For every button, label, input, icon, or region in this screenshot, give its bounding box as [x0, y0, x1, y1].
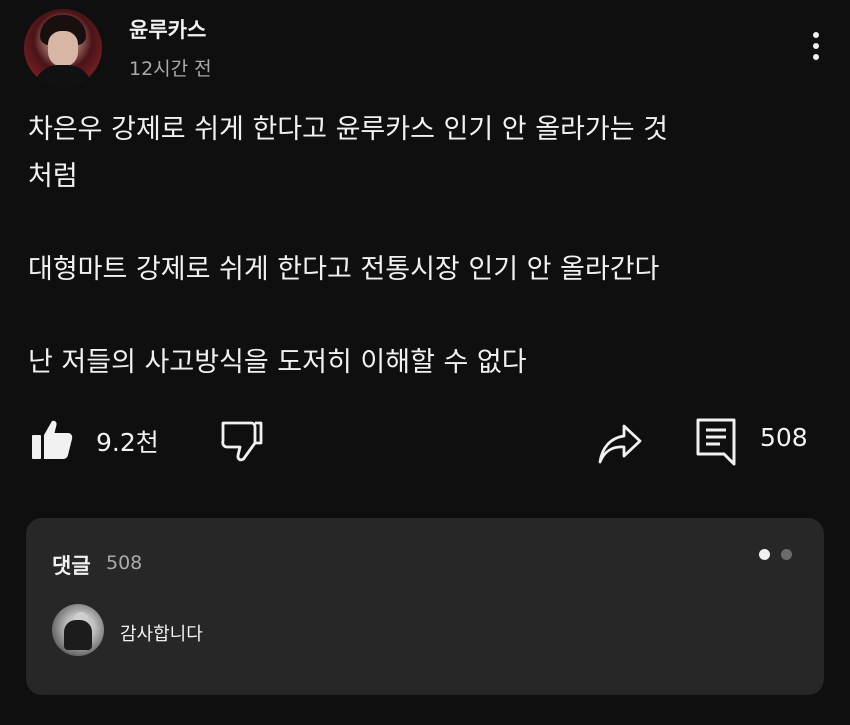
share-button[interactable] [596, 420, 644, 468]
comments-pager [759, 549, 799, 563]
post-timestamp: 12시간 전 [129, 58, 212, 80]
share-arrow-icon [598, 424, 642, 464]
comments-button[interactable] [694, 416, 738, 466]
post-body: 차은우 강제로 쉬게 한다고 윤루카스 인기 안 올라가는 것 처럼 대형마트 … [28, 106, 828, 386]
avatar-shirt [34, 65, 92, 87]
comment-icon [696, 418, 736, 466]
pager-dot-icon [781, 549, 792, 560]
more-dot-icon [813, 54, 819, 60]
post-text-line: 대형마트 강제로 쉬게 한다고 전통시장 인기 안 올라간다 [28, 254, 660, 285]
more-options-button[interactable] [805, 28, 827, 72]
post-text-line: 처럼 [28, 161, 78, 192]
thumbs-up-icon [32, 420, 73, 459]
commenter-avatar [52, 604, 104, 656]
more-dot-icon [813, 32, 819, 38]
comment-preview-text: 감사합니다 [120, 624, 203, 645]
like-count: 9.2천 [96, 428, 159, 457]
avatar-figure [64, 620, 92, 650]
pager-dot-active-icon [759, 549, 770, 560]
post-header: 윤루카스 12시간 전 [0, 0, 850, 100]
post-text-line: 난 저들의 사고방식을 도저히 이해할 수 없다 [28, 347, 527, 378]
thumbs-down-icon [221, 421, 263, 462]
like-button[interactable] [30, 417, 74, 461]
comments-count: 508 [106, 552, 143, 574]
channel-avatar[interactable] [24, 9, 102, 87]
comments-title: 댓글 [52, 554, 91, 578]
channel-name[interactable]: 윤루카스 [129, 14, 206, 44]
dislike-button[interactable] [218, 419, 264, 465]
comment-count: 508 [760, 423, 808, 452]
avatar-face [48, 31, 78, 67]
post-text-line: 차은우 강제로 쉬게 한다고 윤루카스 인기 안 올라가는 것 [28, 114, 668, 145]
action-bar: 9.2천 508 [0, 412, 850, 470]
comments-preview-card[interactable]: 댓글 508 감사합니다 [26, 518, 824, 695]
more-dot-icon [813, 43, 819, 49]
